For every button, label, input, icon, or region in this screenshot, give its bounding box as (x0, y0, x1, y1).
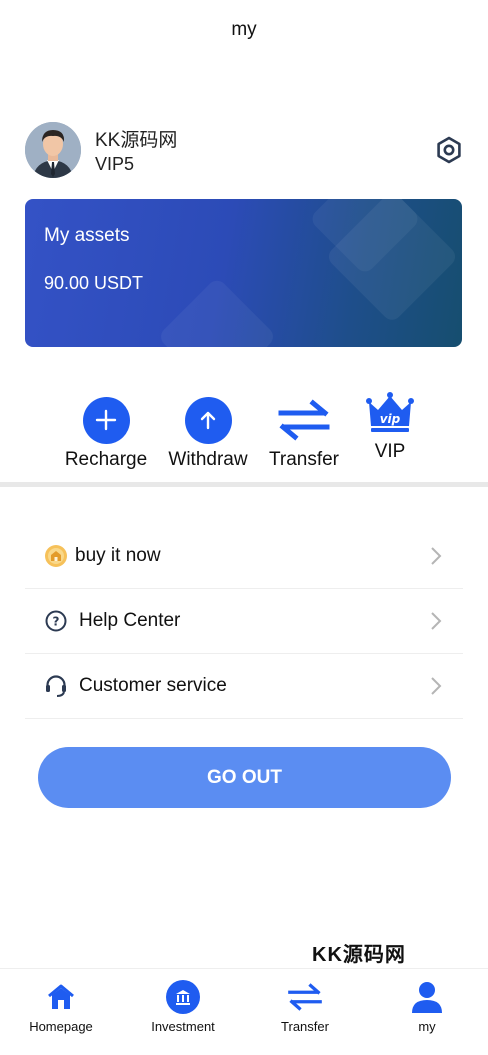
user-icon (409, 979, 445, 1015)
tab-homepage[interactable]: Homepage (0, 979, 122, 1034)
vip-label: VIP (374, 441, 406, 462)
settings-icon (437, 136, 461, 164)
page-title: my (231, 19, 257, 40)
vip-crown-icon: vip (366, 392, 414, 432)
tab-my[interactable]: my (366, 979, 488, 1034)
arrow-up-icon (184, 396, 232, 444)
menu-label-service: Customer service (79, 675, 227, 696)
vip-level: VIP5 (95, 154, 135, 174)
tab-transfer[interactable]: Transfer (244, 979, 366, 1034)
withdraw-label: Withdraw (168, 449, 248, 470)
chevron-right-icon (431, 677, 442, 695)
transfer-label: Transfer (268, 449, 340, 470)
watermark-text: KK源码网 (312, 944, 406, 966)
logout-button[interactable]: GO OUT (38, 747, 451, 808)
home-icon (43, 979, 79, 1015)
svg-text:?: ? (53, 615, 60, 629)
withdraw-button[interactable]: Withdraw (165, 396, 251, 471)
shop-icon (44, 544, 68, 568)
assets-title: My assets (44, 225, 130, 246)
menu-item-buy-it-now[interactable]: buy it now (25, 524, 463, 589)
tab-label-my: my (418, 1019, 436, 1034)
transfer-button[interactable]: Transfer (266, 396, 342, 471)
vip-button[interactable]: vip VIP (358, 392, 422, 463)
plus-icon (82, 396, 130, 444)
section-divider (0, 482, 488, 487)
menu-label-buy: buy it now (75, 545, 161, 566)
menu-item-customer-service[interactable]: Customer service (25, 654, 463, 719)
assets-balance: 90.00 USDT (44, 273, 144, 293)
menu-label-help: Help Center (79, 610, 181, 631)
recharge-label: Recharge (64, 449, 148, 470)
tab-label-homepage: Homepage (29, 1019, 93, 1034)
tab-label-transfer: Transfer (281, 1019, 329, 1034)
quick-actions: Recharge Withdraw Transfer vip VIP (0, 392, 488, 476)
avatar-image (25, 122, 81, 178)
transfer-icon (278, 399, 330, 441)
transfer-icon (287, 979, 323, 1015)
settings-button[interactable] (433, 134, 465, 166)
avatar[interactable] (25, 122, 81, 178)
svg-text:vip: vip (380, 412, 401, 426)
profile-section: KK源码网 VIP5 (25, 122, 465, 178)
question-icon: ? (44, 609, 68, 633)
tab-investment[interactable]: Investment (122, 979, 244, 1034)
menu-item-help-center[interactable]: ? Help Center (25, 589, 463, 654)
chevron-right-icon (431, 547, 442, 565)
tab-label-investment: Investment (151, 1019, 215, 1034)
username: KK源码网 (95, 130, 178, 151)
chevron-right-icon (431, 612, 442, 630)
recharge-button[interactable]: Recharge (64, 396, 148, 471)
bottom-tab-bar: Homepage Investment Transfer my (0, 968, 488, 1055)
bank-icon (165, 979, 201, 1015)
headset-icon (44, 674, 68, 698)
menu-list: buy it now ? Help Center Customer servic… (25, 524, 463, 719)
assets-card[interactable]: My assets 90.00 USDT (25, 199, 462, 347)
